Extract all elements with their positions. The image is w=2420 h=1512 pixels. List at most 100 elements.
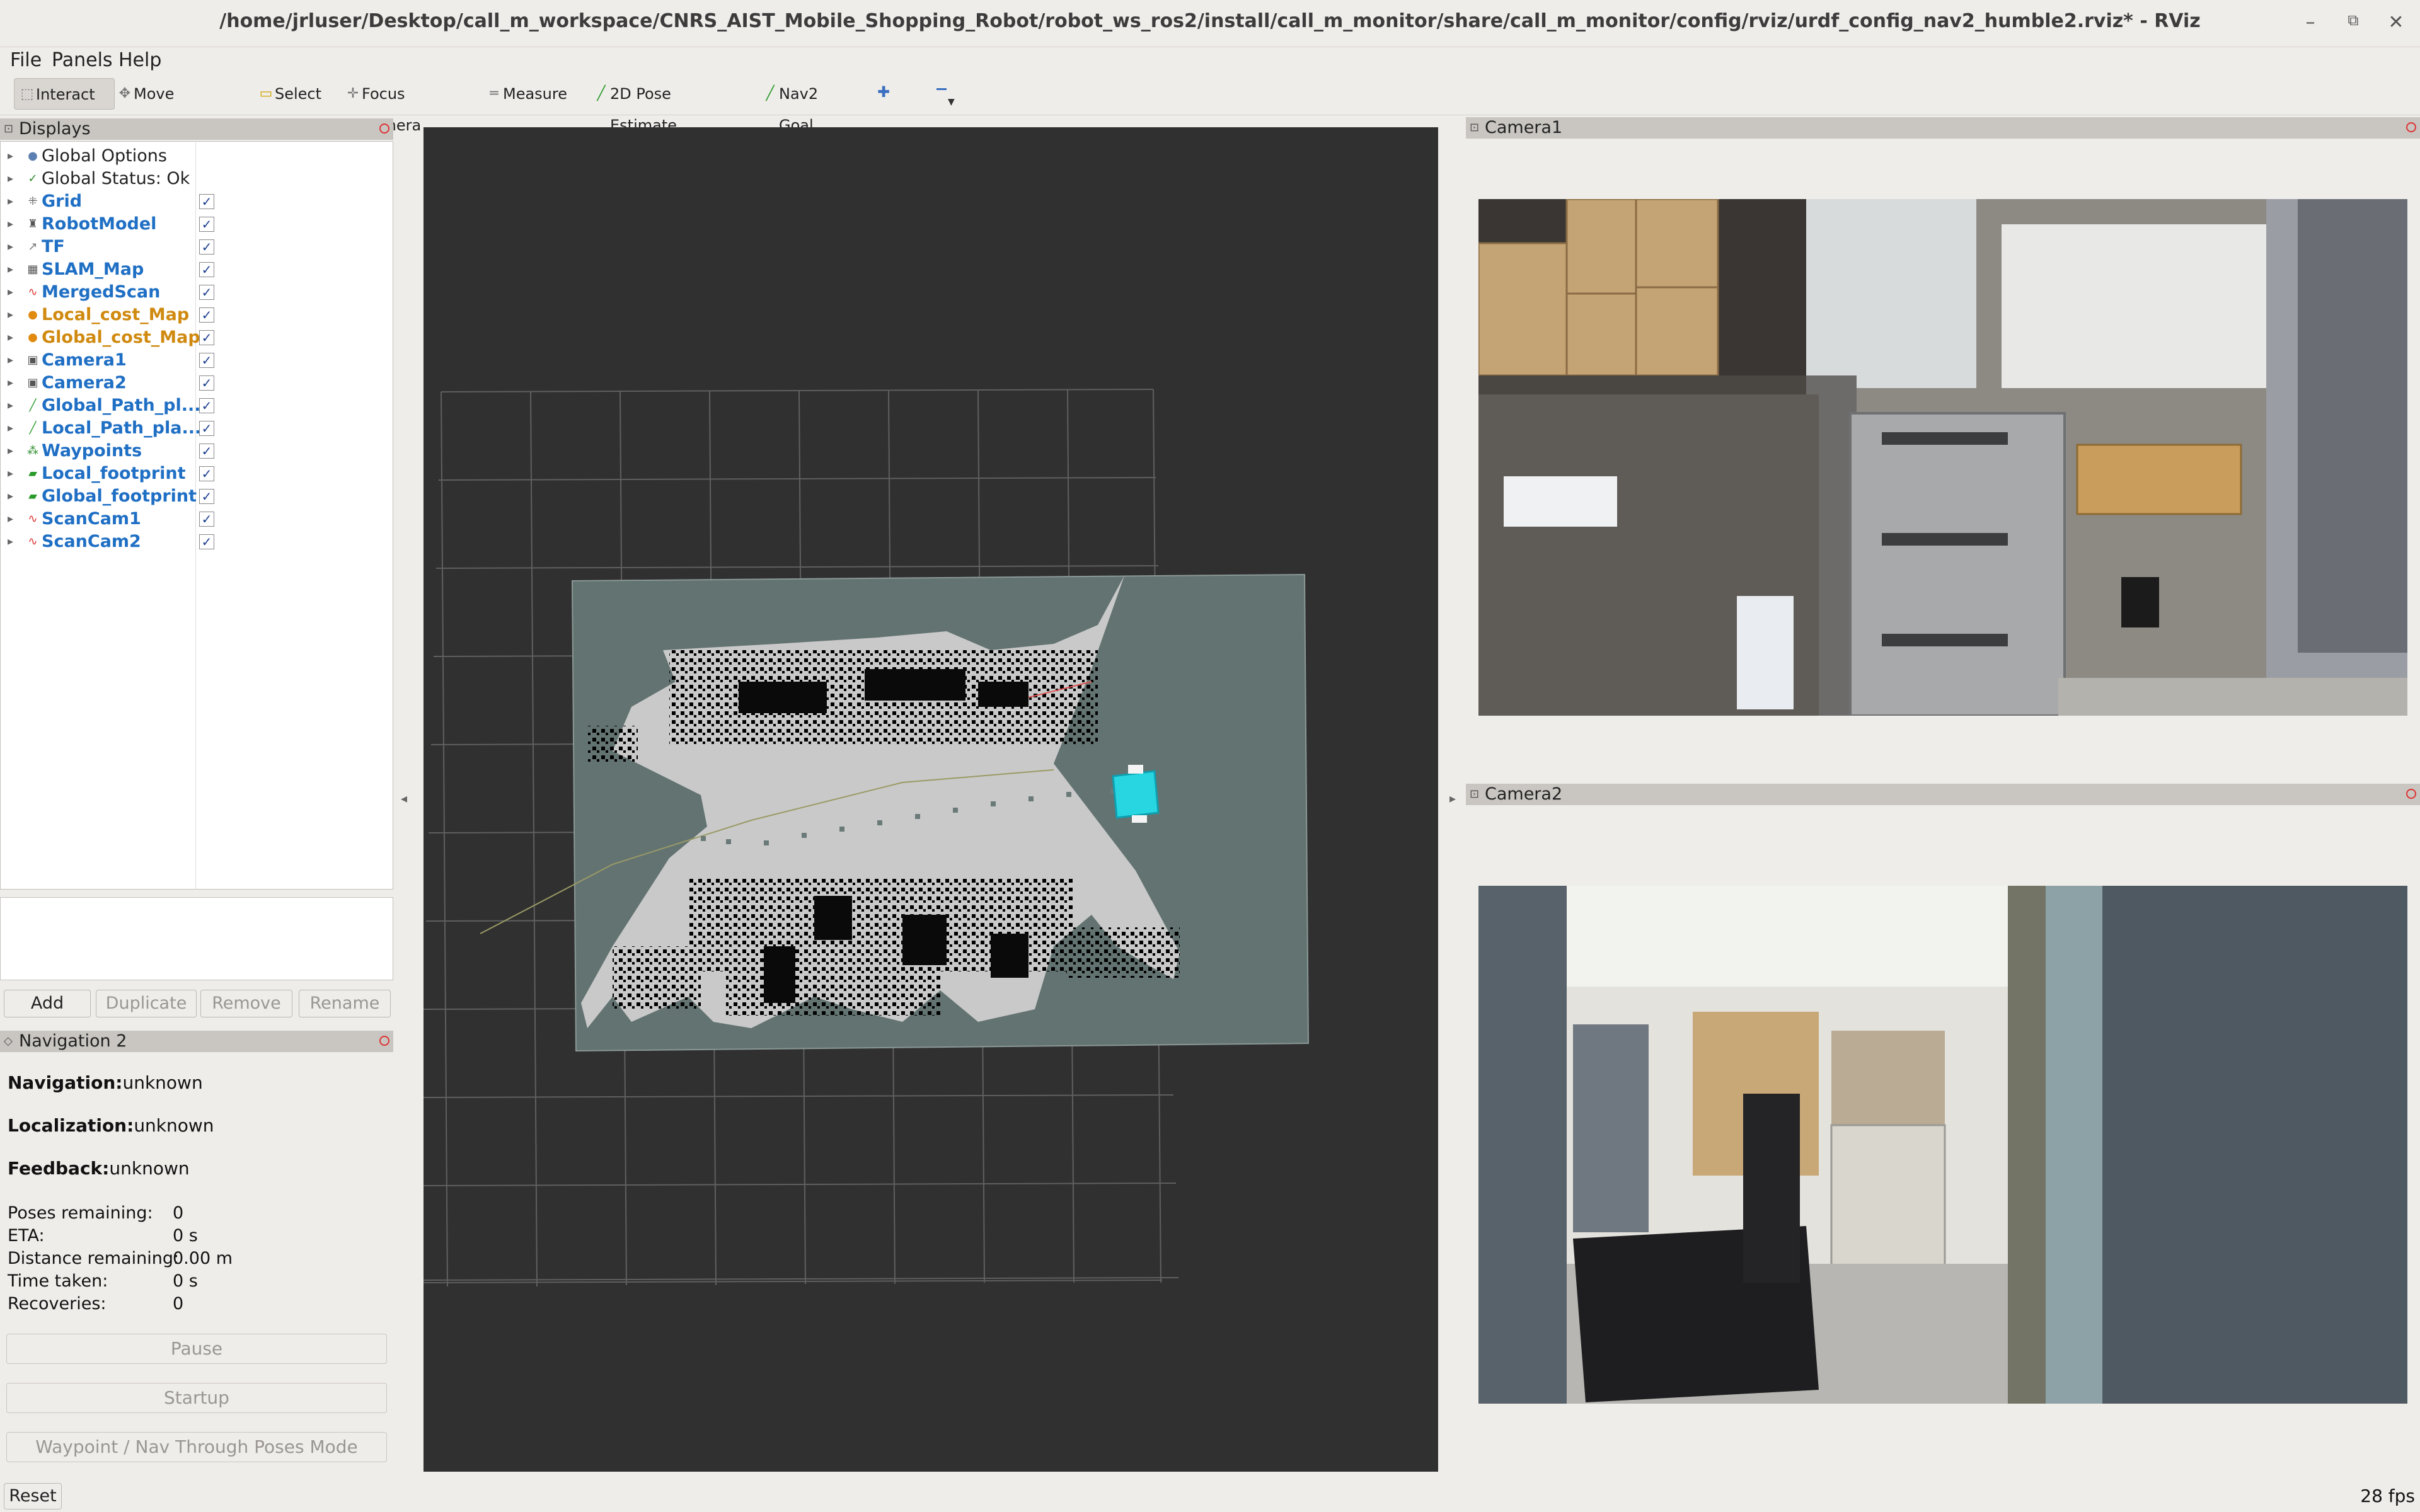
enable-checkbox[interactable]: ✓ <box>199 489 214 504</box>
expand-arrow-icon[interactable]: ▸ <box>8 462 13 485</box>
move-camera-tool-button[interactable]: ✥Move Camera <box>112 78 245 134</box>
minimize-button[interactable]: – <box>2298 11 2323 34</box>
expand-arrow-icon[interactable]: ▸ <box>8 304 13 326</box>
expand-arrow-icon[interactable]: ▸ <box>8 145 13 168</box>
waypoint-mode-button[interactable]: Waypoint / Nav Through Poses Mode <box>6 1432 387 1462</box>
panel-close-icon[interactable] <box>2406 122 2416 132</box>
enable-checkbox[interactable]: ✓ <box>199 217 214 232</box>
expand-arrow-icon[interactable]: ▸ <box>8 485 13 508</box>
enable-checkbox[interactable]: ✓ <box>199 421 214 436</box>
panel-close-icon[interactable] <box>379 1036 389 1046</box>
remove-display-button[interactable]: Remove <box>200 990 292 1017</box>
display-item-label: Local_cost_Map <box>42 305 190 324</box>
enable-checkbox[interactable]: ✓ <box>199 285 214 300</box>
enable-checkbox[interactable]: ✓ <box>199 194 214 209</box>
enable-checkbox[interactable]: ✓ <box>199 534 214 549</box>
rename-display-button[interactable]: Rename <box>299 990 391 1017</box>
expand-arrow-icon[interactable]: ▸ <box>8 372 13 394</box>
panel-float-icon[interactable]: ◇ <box>4 1031 13 1052</box>
expand-arrow-icon[interactable]: ▸ <box>8 508 13 530</box>
display-item[interactable]: ▸ ♜ RobotModel ✓ <box>0 213 391 236</box>
display-item[interactable]: ▸ ∿ MergedScan ✓ <box>0 281 391 304</box>
panel-float-icon[interactable]: ⊡ <box>1470 117 1479 139</box>
expand-arrow-icon[interactable]: ▸ <box>8 326 13 349</box>
display-item-label: Grid <box>42 192 83 211</box>
enable-checkbox[interactable]: ✓ <box>199 353 214 368</box>
displays-list: ▸ ● Global Options ▸ ✓ Global Status: Ok ▸ ⁜ Gri… <box>0 141 391 708</box>
maximize-button[interactable]: ⧉ <box>2341 11 2366 34</box>
fps-readout: 28 fps <box>2360 1486 2415 1506</box>
add-tool-icon[interactable]: ✚ <box>877 83 890 101</box>
display-item[interactable]: ▸ ∿ ScanCam1 ✓ <box>0 508 391 530</box>
enable-checkbox[interactable]: ✓ <box>199 398 214 413</box>
tool-dropdown-button[interactable]: ▼ <box>936 82 955 107</box>
display-item[interactable]: ▸ ▣ Camera1 ✓ <box>0 349 391 372</box>
nav2-goal-tool-button[interactable]: ╱ Nav2 Goal <box>758 78 858 134</box>
enable-checkbox[interactable]: ✓ <box>199 466 214 481</box>
expand-arrow-icon[interactable]: ▸ <box>8 168 13 190</box>
display-item[interactable]: ▸ ▰ Local_footprint ✓ <box>0 462 391 485</box>
menu-file[interactable]: File <box>10 47 42 74</box>
menu-help[interactable]: Help <box>118 47 161 74</box>
path-icon: ╱ <box>29 399 37 412</box>
display-item[interactable]: ▸ ↗ TF ✓ <box>0 236 391 258</box>
display-item[interactable]: ▸ ● Local_cost_Map ✓ <box>0 304 391 326</box>
expand-arrow-icon[interactable]: ▸ <box>8 281 13 304</box>
expand-arrow-icon[interactable]: ▸ <box>8 440 13 462</box>
focus-camera-tool-button[interactable]: ✛Focus Camera <box>340 78 466 134</box>
robot-icon: ♜ <box>27 217 38 231</box>
enable-checkbox[interactable]: ✓ <box>199 330 214 345</box>
enable-checkbox[interactable]: ✓ <box>199 239 214 255</box>
expand-arrow-icon[interactable]: ▸ <box>8 190 13 213</box>
panel-float-icon[interactable]: ⊡ <box>4 118 13 140</box>
display-item[interactable]: ▸ ● Global_cost_Map ✓ <box>0 326 391 349</box>
expand-arrow-icon[interactable]: ▸ <box>8 417 13 440</box>
pause-button[interactable]: Pause <box>6 1334 387 1364</box>
select-tool-button[interactable]: ▭ Select <box>253 78 342 110</box>
pose-estimate-tool-button[interactable]: ╱ 2D Pose Estimate <box>589 78 746 134</box>
display-item[interactable]: ▸ ╱ Global_Path_pl... ✓ <box>0 394 391 417</box>
display-item[interactable]: ▸ ▰ Global_footprint ✓ <box>0 485 391 508</box>
nav2-panel-header[interactable]: ◇ Navigation 2 <box>0 1031 393 1052</box>
close-window-button[interactable]: ✕ <box>2383 11 2409 34</box>
display-item[interactable]: ▸ ⁜ Grid ✓ <box>0 190 391 213</box>
stat-value: 0 <box>173 1203 184 1223</box>
stat-value: 0 s <box>173 1271 198 1291</box>
enable-checkbox[interactable]: ✓ <box>199 512 214 527</box>
menu-panels[interactable]: Panels <box>52 47 113 74</box>
display-item[interactable]: ▸ ▣ Camera2 ✓ <box>0 372 391 394</box>
camera1-panel-header[interactable]: ⊡ Camera1 <box>1466 117 2420 139</box>
expand-arrow-icon[interactable]: ▸ <box>8 236 13 258</box>
displays-panel-header[interactable]: ⊡ Displays <box>0 118 393 140</box>
expand-arrow-icon[interactable]: ▸ <box>8 258 13 281</box>
enable-checkbox[interactable]: ✓ <box>199 262 214 277</box>
display-item[interactable]: ▸ ╱ Local_Path_pla... ✓ <box>0 417 391 440</box>
camera2-panel-header[interactable]: ⊡ Camera2 <box>1466 784 2420 805</box>
scan-icon: ∿ <box>28 285 38 299</box>
expand-arrow-icon[interactable]: ▸ <box>8 530 13 553</box>
collapse-left-icon[interactable]: ◂ <box>401 791 407 806</box>
add-display-button[interactable]: Add <box>4 990 91 1017</box>
enable-checkbox[interactable]: ✓ <box>199 444 214 459</box>
enable-checkbox[interactable]: ✓ <box>199 307 214 323</box>
display-item[interactable]: ▸ ✓ Global Status: Ok <box>0 168 391 190</box>
enable-checkbox[interactable]: ✓ <box>199 375 214 391</box>
panel-close-icon[interactable] <box>2406 789 2416 799</box>
panel-float-icon[interactable]: ⊡ <box>1470 784 1479 805</box>
expand-arrow-icon[interactable]: ▸ <box>8 394 13 417</box>
measure-tool-button[interactable]: ═ Measure <box>481 78 582 110</box>
panel-close-icon[interactable] <box>379 123 389 134</box>
duplicate-display-button[interactable]: Duplicate <box>96 990 197 1017</box>
display-item[interactable]: ▸ ⁂ Waypoints ✓ <box>0 440 391 462</box>
display-item[interactable]: ▸ ∿ ScanCam2 ✓ <box>0 530 391 553</box>
render-3d-view[interactable] <box>423 127 1438 1472</box>
collapse-right-icon[interactable]: ▸ <box>1449 791 1456 806</box>
reset-button[interactable]: Reset <box>4 1483 62 1509</box>
display-item[interactable]: ▸ ▦ SLAM_Map ✓ <box>0 258 391 281</box>
display-item[interactable]: ▸ ● Global Options <box>0 145 391 168</box>
expand-arrow-icon[interactable]: ▸ <box>8 349 13 372</box>
interact-tool-button[interactable]: ⬚ Interact <box>14 78 115 110</box>
startup-button[interactable]: Startup <box>6 1383 387 1413</box>
display-item-label: Global_cost_Map <box>42 328 200 347</box>
expand-arrow-icon[interactable]: ▸ <box>8 213 13 236</box>
